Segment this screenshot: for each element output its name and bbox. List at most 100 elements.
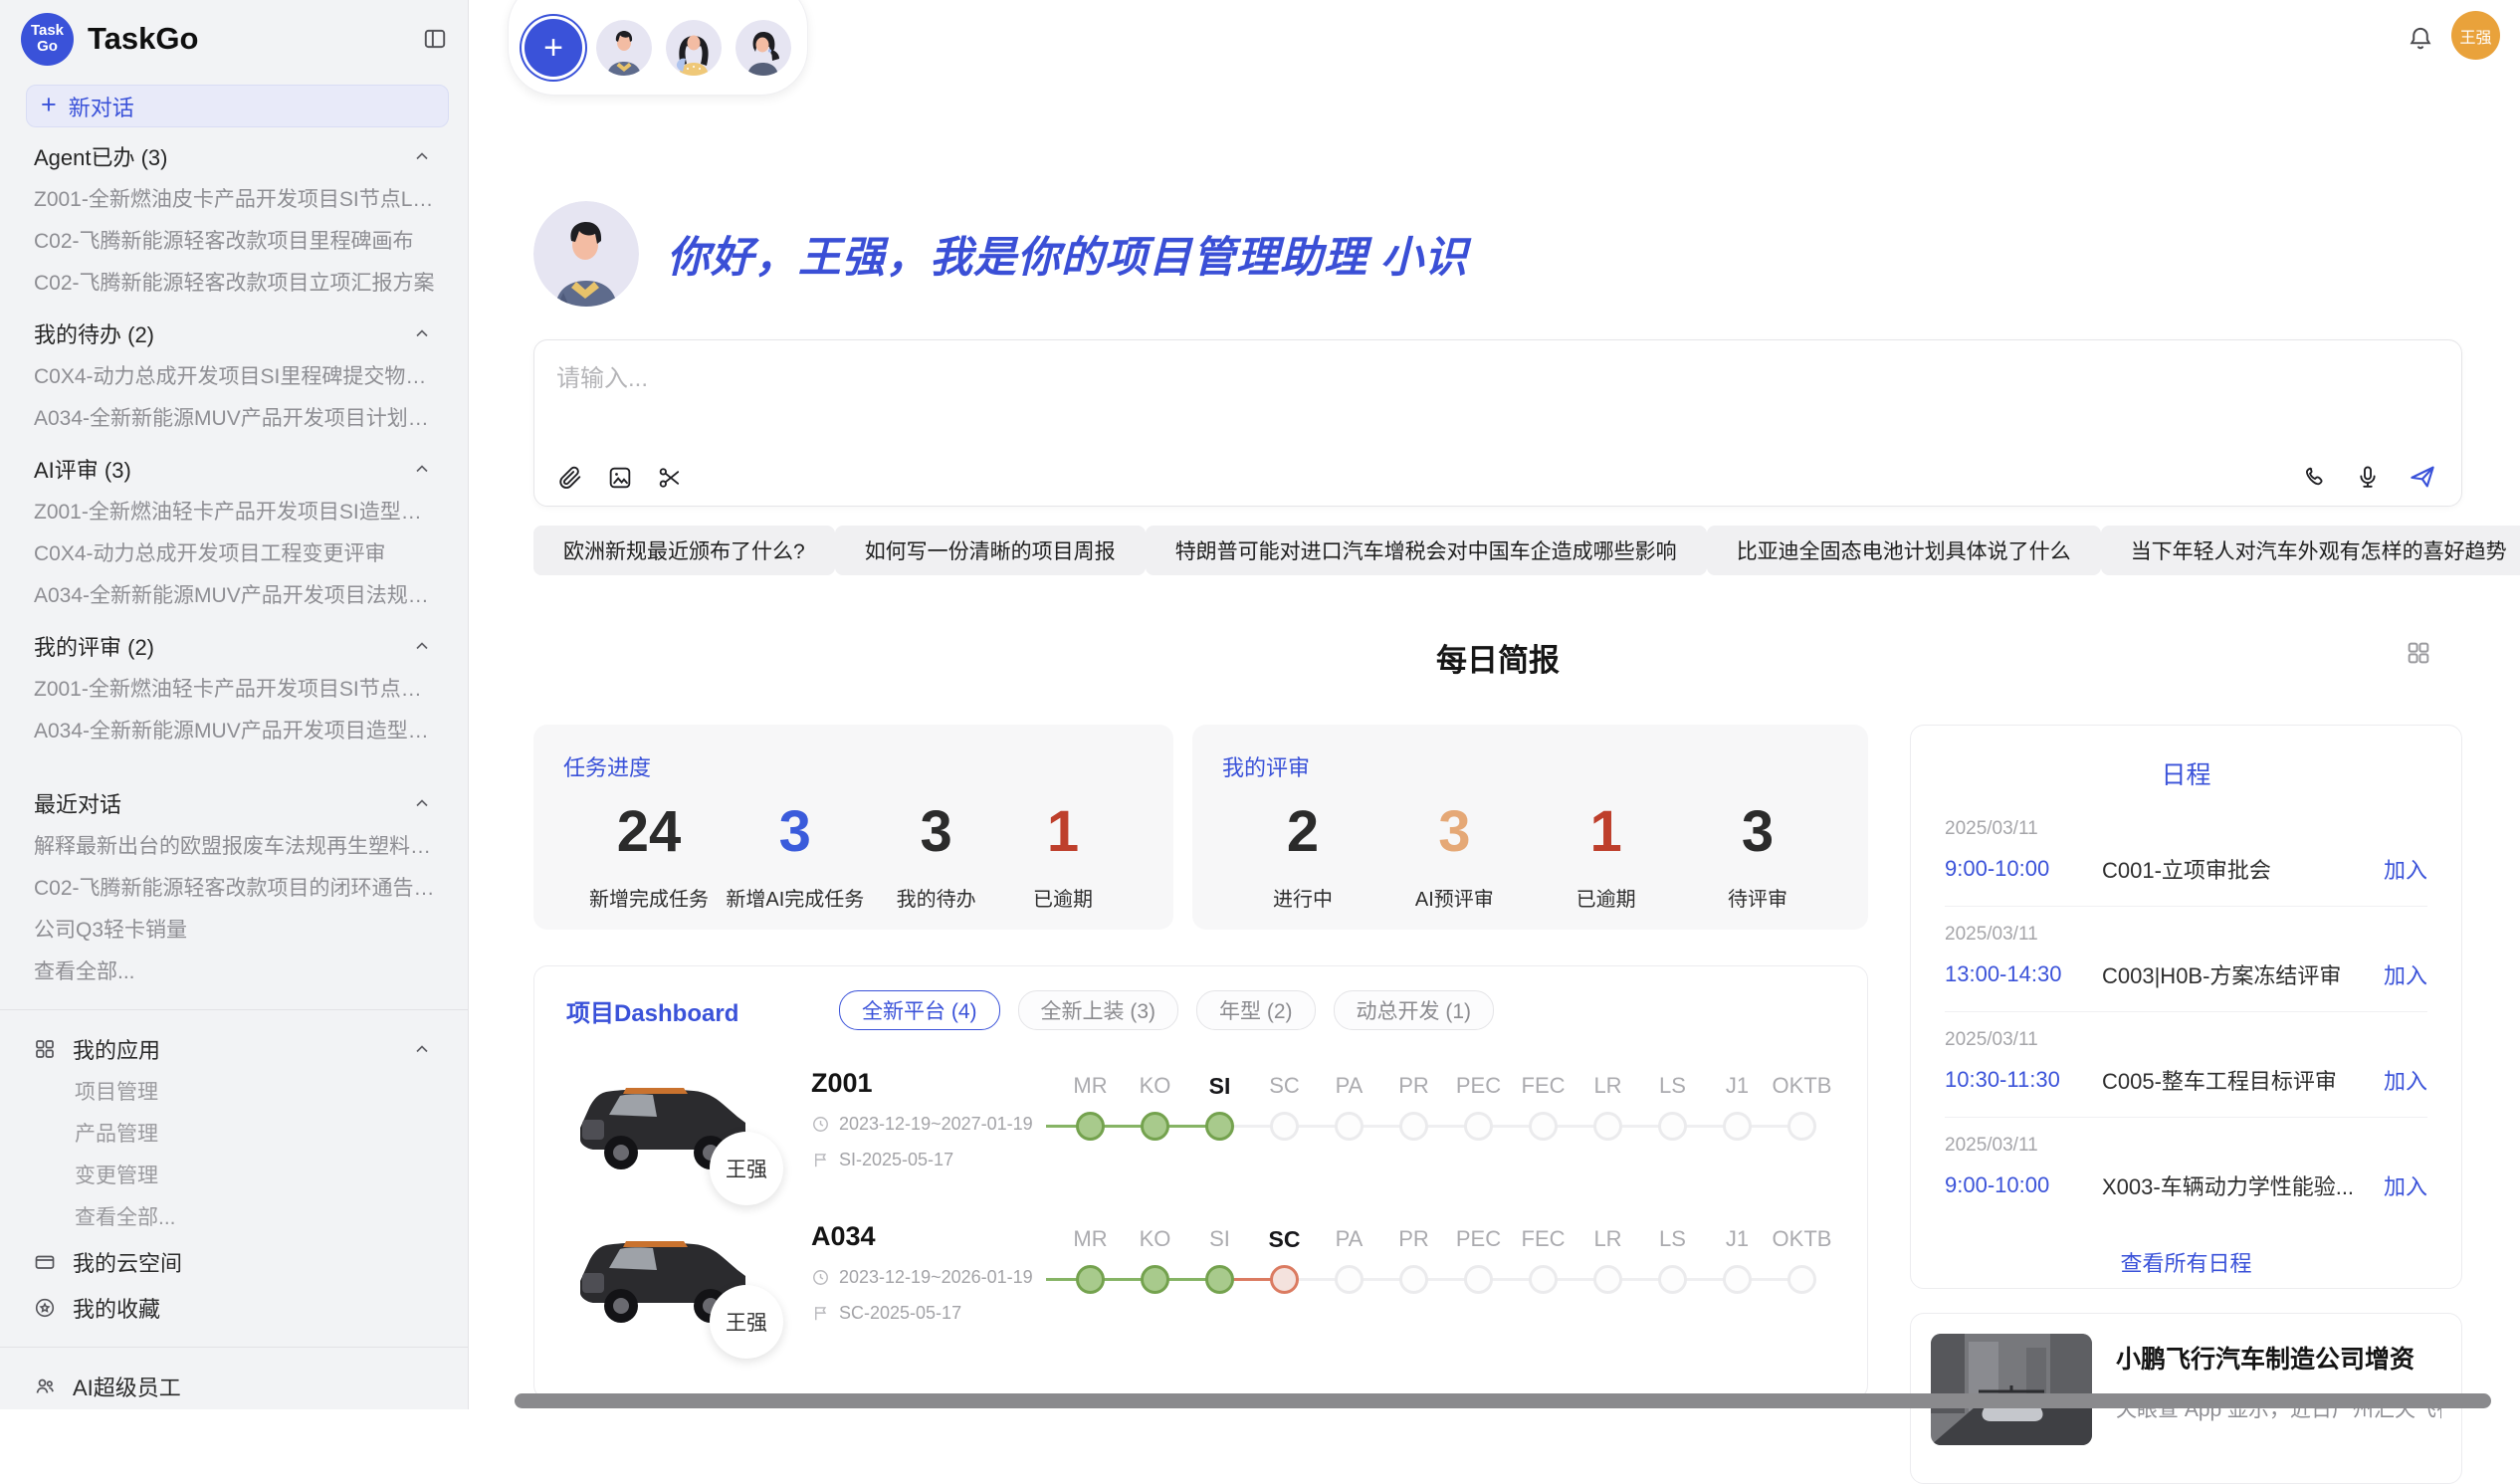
new-chat-button[interactable]: + 新对话 — [26, 85, 449, 127]
assistant-avatar — [533, 201, 639, 307]
sidebar-item[interactable]: A034-全新新能源MUV产品开发项目计划变更表编写 — [0, 398, 468, 440]
sidebar-item-view-all[interactable]: 查看全部... — [0, 952, 468, 993]
section-header-my-todo[interactable]: 我的待办 (2) — [0, 311, 468, 356]
avatar-member-1[interactable] — [596, 20, 652, 76]
project-row-z001[interactable]: 王强 Z001 2023-12-19~2027-01-19 — [566, 1064, 1835, 1183]
sidebar-item-ai-super-staff[interactable]: AI超级员工 — [0, 1364, 468, 1409]
sidebar-app-view-all[interactable]: 查看全部... — [0, 1197, 468, 1239]
schedule-event: 2025/03/11 9:00-10:00 C001-立项审批会 加入 — [1945, 801, 2427, 907]
section-header-agent-done[interactable]: Agent已办 (3) — [0, 133, 468, 179]
stat-pending-review: 3 待评审 — [1703, 798, 1812, 912]
sidebar-item[interactable]: A034-全新新能源MUV产品开发项目造型可行性评审 — [0, 711, 468, 752]
tab-new-platform[interactable]: 全新平台 (4) — [839, 990, 1000, 1030]
paperclip-icon[interactable] — [556, 464, 584, 492]
chat-input[interactable] — [554, 356, 2441, 444]
event-date: 2025/03/11 — [1945, 1135, 2427, 1157]
sidebar-item[interactable]: 解释最新出台的欧盟报废车法规再生塑料比例被调至15%... — [0, 826, 468, 868]
sidebar-app-product-mgmt[interactable]: 产品管理 — [0, 1114, 468, 1156]
input-actions — [2300, 462, 2437, 492]
event-name: C001-立项审批会 — [2102, 853, 2370, 885]
sidebar-item-my-apps[interactable]: 我的应用 — [0, 1026, 468, 1072]
schedule-event: 2025/03/11 13:00-14:30 C003|H0B-方案冻结评审 加… — [1945, 907, 2427, 1012]
suggestion-chip[interactable]: 欧洲新规最近颁布了什么? — [533, 526, 835, 575]
sidebar-item[interactable]: C02-飞腾新能源轻客改款项目里程碑画布 — [0, 221, 468, 263]
milestone-timeline: MRKOSISCPAPRPECFECLRLSJ1OKTB — [1058, 1064, 1835, 1183]
tab-new-body[interactable]: 全新上装 (3) — [1018, 990, 1179, 1030]
milestone-dot — [1205, 1112, 1234, 1141]
join-link[interactable]: 加入 — [2384, 958, 2427, 990]
project-dashboard-card: 项目Dashboard 全新平台 (4) 全新上装 (3) 年型 (2) 动总开… — [533, 965, 1868, 1399]
new-chat-label: 新对话 — [69, 91, 134, 122]
sidebar-item[interactable]: 公司Q3轻卡销量 — [0, 910, 468, 952]
join-link[interactable]: 加入 — [2384, 853, 2427, 885]
sidebar-item[interactable]: C02-飞腾新能源轻客改款项目立项汇报方案 — [0, 263, 468, 305]
sidebar-item[interactable]: Z001-全新燃油轻卡产品开发项目SI造型提交物评审 — [0, 492, 468, 533]
milestone-label: OKTB — [1770, 1070, 1834, 1102]
section-header-ai-review[interactable]: AI评审 (3) — [0, 446, 468, 492]
suggestion-chip[interactable]: 比亚迪全固态电池计划具体说了什么 — [1707, 526, 2101, 575]
sidebar-app-project-mgmt[interactable]: 项目管理 — [0, 1072, 468, 1114]
add-member-button[interactable]: + — [525, 19, 582, 77]
mic-icon[interactable] — [2354, 462, 2382, 492]
milestone-label: KO — [1123, 1223, 1187, 1255]
horizontal-scrollbar[interactable] — [515, 1393, 2491, 1408]
chevron-up-icon[interactable] — [412, 1039, 432, 1059]
event-name: X003-车辆动力学性能验... — [2102, 1169, 2370, 1201]
milestone-dot — [1658, 1265, 1687, 1294]
flag-icon — [811, 1151, 830, 1169]
task-progress-title: 任务进度 — [563, 750, 1144, 782]
layout-grid-icon[interactable] — [2405, 639, 2432, 667]
project-code: A034 — [811, 1221, 1058, 1252]
join-link[interactable]: 加入 — [2384, 1169, 2427, 1201]
sidebar-item[interactable]: C02-飞腾新能源轻客改款项目的闭环通告反馈情况 — [0, 868, 468, 910]
sidebar-item[interactable]: C0X4-动力总成开发项目工程变更评审 — [0, 533, 468, 575]
notification-bell-icon[interactable] — [2407, 24, 2434, 52]
image-icon[interactable] — [606, 464, 634, 492]
section-header-my-review[interactable]: 我的评审 (2) — [0, 623, 468, 669]
stat-value: 3 — [726, 798, 864, 865]
stat-value: 3 — [1703, 798, 1812, 865]
sidebar-item[interactable]: C0X4-动力总成开发项目SI里程碑提交物检查 — [0, 356, 468, 398]
avatar-member-3[interactable] — [735, 20, 791, 76]
send-icon[interactable] — [2408, 462, 2437, 492]
project-row-a034[interactable]: 王强 A034 2023-12-19~2026-01-19 — [566, 1217, 1835, 1337]
suggestion-chip[interactable]: 特朗普可能对进口汽车增税会对中国车企造成哪些影响 — [1146, 526, 1707, 575]
milestone-dot — [1399, 1112, 1428, 1141]
sidebar-item-cloud-space[interactable]: 我的云空间 — [0, 1239, 468, 1285]
phone-icon[interactable] — [2300, 462, 2328, 492]
milestone-label: FEC — [1511, 1223, 1575, 1255]
scissors-icon[interactable] — [656, 464, 684, 492]
sidebar-item-favorites[interactable]: 我的收藏 — [0, 1285, 468, 1331]
milestone-label: PA — [1317, 1070, 1381, 1102]
sidebar-item[interactable]: Z001-全新燃油轻卡产品开发项目SI节点属性5D文件评审 — [0, 669, 468, 711]
milestone-label: PA — [1317, 1223, 1381, 1255]
sidebar-divider — [0, 1347, 468, 1348]
project-dashboard-title: 项目Dashboard — [566, 993, 839, 1028]
milestone-dot — [1270, 1112, 1299, 1141]
event-time: 9:00-10:00 — [1945, 856, 2102, 882]
stat-overdue: 1 已逾期 — [1008, 798, 1118, 912]
section-header-recent-chats[interactable]: 最近对话 — [0, 780, 468, 826]
milestone-dot — [1593, 1265, 1622, 1294]
logo-line-2: Go — [37, 39, 58, 55]
sidebar-item[interactable]: Z001-全新燃油皮卡产品开发项目SI节点Lesson Learn报告 — [0, 179, 468, 221]
input-attachments — [556, 464, 684, 492]
user-avatar-badge[interactable]: 王强 — [2451, 11, 2500, 60]
event-date: 2025/03/11 — [1945, 924, 2427, 946]
app-root: Task Go TaskGo + 新对话 Agent已办 (3) Z001-全新… — [0, 0, 2520, 1409]
sidebar-app-change-mgmt[interactable]: 变更管理 — [0, 1156, 468, 1197]
tab-model-year[interactable]: 年型 (2) — [1196, 990, 1316, 1030]
avatar-member-2[interactable] — [666, 20, 722, 76]
sidebar-collapse-icon[interactable] — [422, 26, 448, 52]
sidebar-item[interactable]: A034-全新新能源MUV产品开发项目法规符合性评审 — [0, 575, 468, 617]
join-link[interactable]: 加入 — [2384, 1064, 2427, 1096]
stat-label: 待评审 — [1703, 883, 1812, 912]
suggestion-chip[interactable]: 当下年轻人对汽车外观有怎样的喜好趋势 — [2101, 526, 2520, 575]
milestone-dot — [1464, 1112, 1493, 1141]
tab-powertrain[interactable]: 动总开发 (1) — [1334, 990, 1495, 1030]
chevron-up-icon — [412, 459, 432, 479]
milestone-dot — [1529, 1112, 1558, 1141]
view-all-schedule-link[interactable]: 查看所有日程 — [1945, 1246, 2427, 1278]
suggestion-chip[interactable]: 如何写一份清晰的项目周报 — [835, 526, 1146, 575]
sidebar-header: Task Go TaskGo — [0, 0, 468, 68]
